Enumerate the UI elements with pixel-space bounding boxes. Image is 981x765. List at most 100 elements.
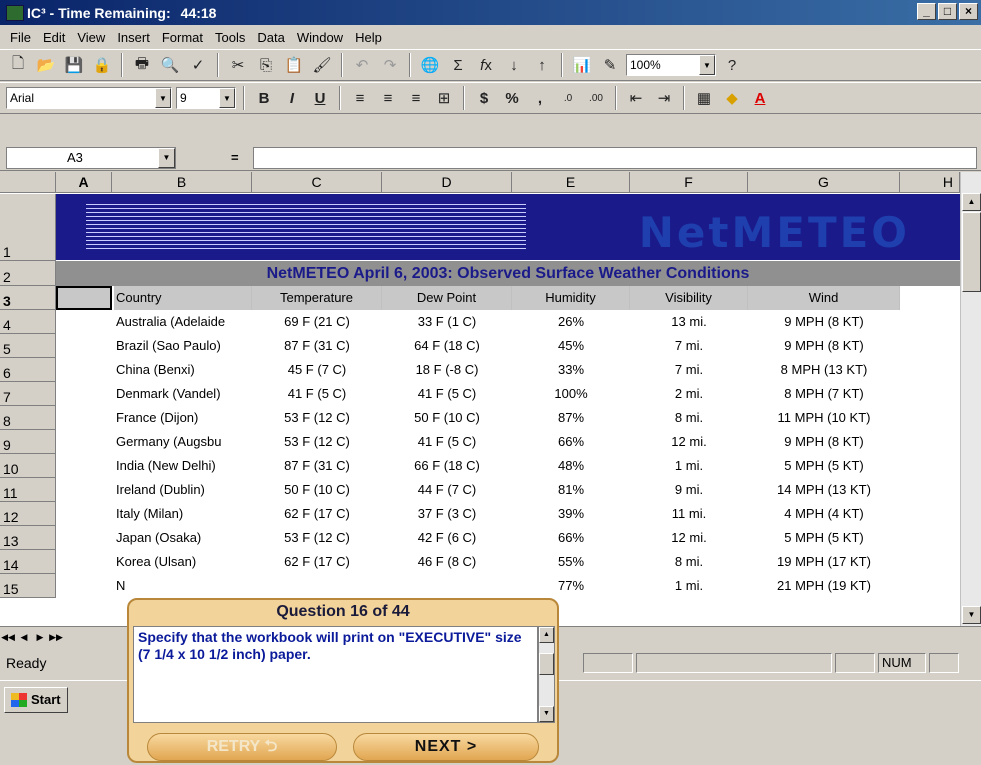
increase-decimal-icon[interactable]: .0: [556, 86, 580, 110]
row-header-9[interactable]: 9: [0, 430, 56, 454]
cell-dew-point[interactable]: 41 F (5 C): [382, 382, 512, 406]
cell-visibility[interactable]: 12 mi.: [630, 526, 748, 550]
format-painter-icon[interactable]: 🖌: [310, 53, 334, 77]
cell-visibility[interactable]: 8 mi.: [630, 550, 748, 574]
menu-help[interactable]: Help: [349, 30, 388, 45]
print-preview-icon[interactable]: 🔍: [158, 53, 182, 77]
autosum-icon[interactable]: Σ: [446, 53, 470, 77]
cell-humidity[interactable]: 33%: [512, 358, 630, 382]
cell-dew-point[interactable]: 37 F (3 C): [382, 502, 512, 526]
cell-dew-point[interactable]: 44 F (7 C): [382, 478, 512, 502]
underline-button[interactable]: U: [308, 86, 332, 110]
row-header-12[interactable]: 12: [0, 502, 56, 526]
comma-button[interactable]: ,: [528, 86, 552, 110]
chevron-down-icon[interactable]: ▼: [158, 147, 175, 168]
cell-country[interactable]: Brazil (Sao Paulo): [114, 334, 252, 358]
header-humidity[interactable]: Humidity: [512, 286, 630, 310]
header-country[interactable]: Country: [114, 286, 252, 310]
cell-dew-point[interactable]: [382, 574, 512, 598]
merge-center-icon[interactable]: ⊞: [432, 86, 456, 110]
menu-tools[interactable]: Tools: [209, 30, 251, 45]
cell-humidity[interactable]: 87%: [512, 406, 630, 430]
font-color-icon[interactable]: A: [748, 86, 772, 110]
cell-country[interactable]: Australia (Adelaide: [114, 310, 252, 334]
cell-wind[interactable]: 5 MPH (5 KT): [748, 454, 900, 478]
cell-visibility[interactable]: 1 mi.: [630, 574, 748, 598]
row-header-7[interactable]: 7: [0, 382, 56, 406]
cell-country[interactable]: Germany (Augsbu: [114, 430, 252, 454]
cell-visibility[interactable]: 12 mi.: [630, 430, 748, 454]
cell-visibility[interactable]: 11 mi.: [630, 502, 748, 526]
permission-icon[interactable]: 🔒: [90, 53, 114, 77]
save-icon[interactable]: 💾: [62, 53, 86, 77]
cell-temperature[interactable]: 62 F (17 C): [252, 550, 382, 574]
cell-wind[interactable]: 9 MPH (8 KT): [748, 430, 900, 454]
currency-button[interactable]: $: [472, 86, 496, 110]
paste-icon[interactable]: 📋: [282, 53, 306, 77]
column-header-g[interactable]: G: [748, 172, 900, 193]
first-sheet-icon[interactable]: ◀◀: [0, 630, 16, 646]
cell-country[interactable]: Ireland (Dublin): [114, 478, 252, 502]
name-box[interactable]: A3 ▼: [6, 146, 176, 169]
column-header-c[interactable]: C: [252, 172, 382, 193]
italic-button[interactable]: I: [280, 86, 304, 110]
decrease-indent-icon[interactable]: ⇤: [624, 86, 648, 110]
cell-humidity[interactable]: 48%: [512, 454, 630, 478]
cell-dew-point[interactable]: 42 F (6 C): [382, 526, 512, 550]
header-dew-point[interactable]: Dew Point: [382, 286, 512, 310]
cell-temperature[interactable]: 69 F (21 C): [252, 310, 382, 334]
column-header-d[interactable]: D: [382, 172, 512, 193]
cell-visibility[interactable]: 7 mi.: [630, 334, 748, 358]
menu-data[interactable]: Data: [251, 30, 290, 45]
fill-color-icon[interactable]: ◆: [720, 86, 744, 110]
menu-window[interactable]: Window: [291, 30, 349, 45]
menu-format[interactable]: Format: [156, 30, 209, 45]
increase-indent-icon[interactable]: ⇥: [652, 86, 676, 110]
cell-visibility[interactable]: 7 mi.: [630, 358, 748, 382]
start-button[interactable]: Start: [4, 686, 68, 713]
align-center-icon[interactable]: ≡: [376, 86, 400, 110]
scroll-down-icon[interactable]: ▼: [539, 706, 554, 722]
prev-sheet-icon[interactable]: ◀: [16, 630, 32, 646]
cell-dew-point[interactable]: 66 F (18 C): [382, 454, 512, 478]
scroll-up-icon[interactable]: ▲: [962, 193, 981, 211]
formula-input[interactable]: [252, 146, 977, 169]
chart-wizard-icon[interactable]: 📊: [570, 53, 594, 77]
menu-view[interactable]: View: [71, 30, 111, 45]
cell-wind[interactable]: 4 MPH (4 KT): [748, 502, 900, 526]
cell-wind[interactable]: 8 MPH (13 KT): [748, 358, 900, 382]
chevron-down-icon[interactable]: ▼: [155, 88, 171, 108]
cell-temperature[interactable]: 53 F (12 C): [252, 526, 382, 550]
header-visibility[interactable]: Visibility: [630, 286, 748, 310]
scroll-thumb[interactable]: [539, 653, 554, 675]
question-scrollbar[interactable]: ▲ ▼: [538, 626, 555, 723]
align-right-icon[interactable]: ≡: [404, 86, 428, 110]
spelling-icon[interactable]: ✓: [186, 53, 210, 77]
cell-country[interactable]: Japan (Osaka): [114, 526, 252, 550]
column-header-f[interactable]: F: [630, 172, 748, 193]
cell-visibility[interactable]: 13 mi.: [630, 310, 748, 334]
column-header-a[interactable]: A: [56, 172, 112, 193]
cell-temperature[interactable]: 45 F (7 C): [252, 358, 382, 382]
menu-file[interactable]: File: [4, 30, 37, 45]
cell-country[interactable]: India (New Delhi): [114, 454, 252, 478]
bold-button[interactable]: B: [252, 86, 276, 110]
row-header-10[interactable]: 10: [0, 454, 56, 478]
align-left-icon[interactable]: ≡: [348, 86, 372, 110]
percent-button[interactable]: %: [500, 86, 524, 110]
header-temperature[interactable]: Temperature: [252, 286, 382, 310]
cell-visibility[interactable]: 8 mi.: [630, 406, 748, 430]
cell-country[interactable]: Italy (Milan): [114, 502, 252, 526]
cell-country[interactable]: China (Benxi): [114, 358, 252, 382]
cell-temperature[interactable]: 53 F (12 C): [252, 430, 382, 454]
close-button[interactable]: ×: [959, 3, 978, 20]
cell-dew-point[interactable]: 18 F (-8 C): [382, 358, 512, 382]
redo-icon[interactable]: ↷: [378, 53, 402, 77]
row-header-14[interactable]: 14: [0, 550, 56, 574]
menu-edit[interactable]: Edit: [37, 30, 71, 45]
function-icon[interactable]: fx: [474, 53, 498, 77]
next-button[interactable]: NEXT >: [353, 733, 539, 761]
cut-icon[interactable]: ✂: [226, 53, 250, 77]
next-sheet-icon[interactable]: ▶: [32, 630, 48, 646]
cell-visibility[interactable]: 1 mi.: [630, 454, 748, 478]
